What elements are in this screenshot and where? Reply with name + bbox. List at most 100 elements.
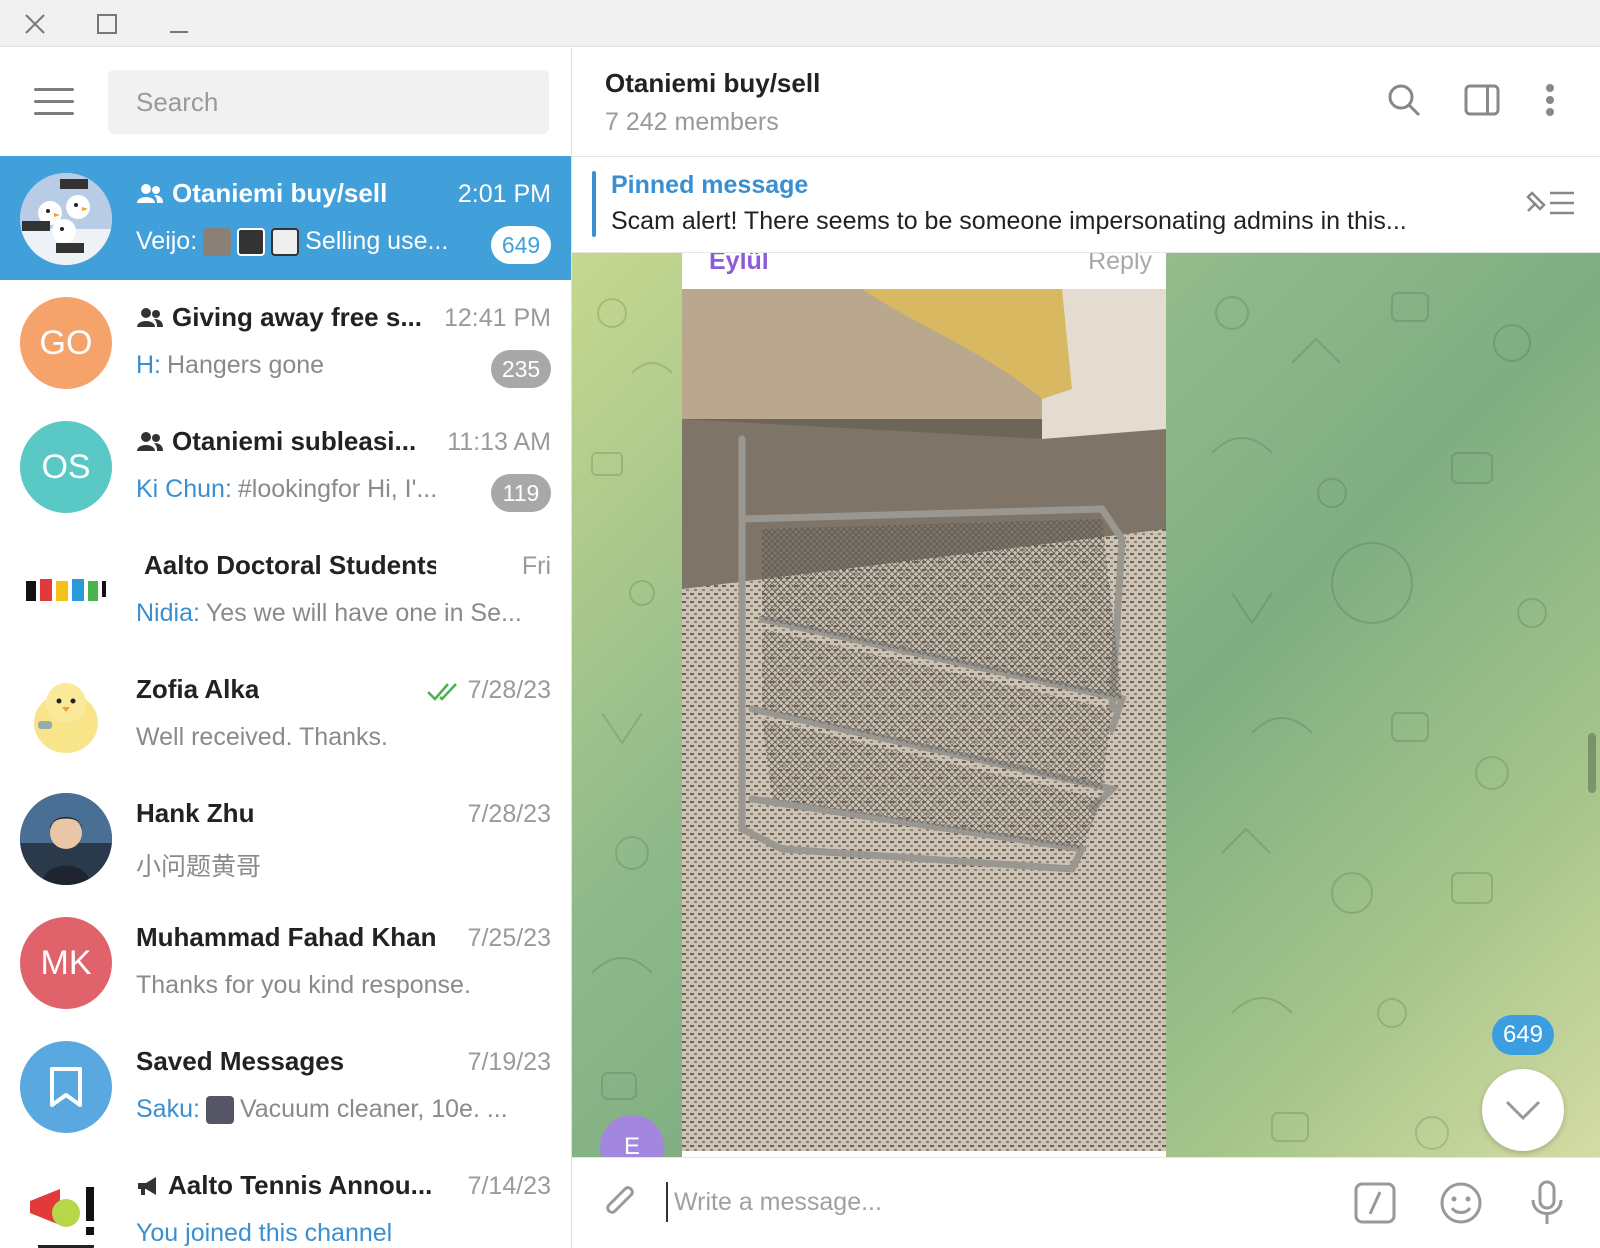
message-input[interactable] [666, 1182, 1286, 1222]
chat-name: Giving away free s... [136, 302, 422, 333]
reply-link[interactable]: Reply [1088, 253, 1152, 276]
chat-time: 7/25/23 [467, 924, 551, 952]
preview-thumbnail [237, 227, 266, 256]
chat-preview: You joined this channel [136, 1219, 392, 1248]
chat-list-panel: Otaniemi buy/sell 2:01 PM Veijo: Selling… [0, 48, 571, 1248]
emoji-icon[interactable] [1438, 1180, 1484, 1226]
chat-time: 7/19/23 [467, 1048, 551, 1076]
channel-icon [138, 1176, 156, 1195]
chat-item-zofia-alka[interactable]: Zofia Alka 7/28/23 Well received. Thanks… [0, 652, 571, 776]
channel-logo-avatar [20, 1165, 112, 1248]
chat-name-text: Aalto Doctoral Students [144, 550, 436, 580]
message-scrollbar[interactable] [1588, 733, 1596, 793]
preview-sender: H: [136, 351, 161, 379]
group-icon [137, 431, 163, 451]
chat-preview: Nidia: Yes we will have one in Se... [136, 599, 522, 628]
pinned-text: Scam alert! There seems to be someone im… [611, 207, 1407, 235]
chat-item-saved-messages[interactable]: Saved Messages 7/19/23 Saku: Vacuum clea… [0, 1024, 571, 1148]
group-icon [137, 183, 163, 203]
chat-time: 12:41 PM [443, 304, 551, 332]
sidebar-toggle-icon[interactable] [1460, 78, 1504, 122]
chat-item-otaniemi-subleasing[interactable]: OS Otaniemi subleasi... 11:13 AM Ki Chun… [0, 404, 571, 528]
minimize-window-icon[interactable] [164, 9, 194, 39]
search-input[interactable] [108, 70, 549, 134]
chat-time: 2:01 PM [457, 180, 551, 208]
preview-text: You joined this channel [136, 1219, 393, 1247]
message-bubble[interactable]: Eylül Reply [682, 253, 1166, 1157]
chat-item-aalto-doctoral[interactable]: Aalto Doctoral Students Fri Nidia: Yes w… [0, 528, 571, 652]
scroll-to-bottom-button[interactable] [1482, 1069, 1564, 1151]
message-author[interactable]: Eylül [709, 253, 769, 276]
chat-name: Otaniemi buy/sell [136, 178, 387, 209]
message-area[interactable]: Eylül Reply E 649 [572, 253, 1600, 1157]
preview-sender: Ki Chun: [136, 475, 232, 503]
bookmark-icon [50, 1067, 82, 1107]
chat-time: 7/28/23 [426, 676, 551, 705]
preview-text: #lookingfor Hi, I'... [237, 475, 438, 503]
preview-thumbnail [205, 1095, 234, 1124]
close-window-icon[interactable] [20, 9, 50, 39]
chat-time: 7/14/23 [467, 1172, 551, 1200]
preview-text: Selling use... [305, 227, 449, 255]
menu-icon[interactable] [34, 88, 74, 116]
window-titlebar [0, 0, 1600, 47]
chat-preview: 小问题黄哥 [136, 853, 262, 881]
search-icon[interactable] [1382, 78, 1426, 122]
unread-badge: 649 [491, 226, 551, 264]
chat-name: Zofia Alka [136, 674, 260, 704]
microphone-icon[interactable] [1524, 1180, 1570, 1226]
pinned-indicator [592, 171, 596, 237]
chat-preview: Saku: Vacuum cleaner, 10e. ... [136, 1095, 508, 1124]
attach-icon[interactable] [598, 1180, 644, 1226]
group-logo-avatar [20, 545, 112, 637]
preview-text: Hangers gone [167, 351, 325, 379]
chat-name: Otaniemi subleasi... [136, 426, 416, 457]
message-composer [572, 1157, 1600, 1248]
chat-preview: Ki Chun: #lookingfor Hi, I'... [136, 475, 437, 504]
chat-item-muhammad-fahad-khan[interactable]: MK Muhammad Fahad Khan 7/25/23 Thanks fo… [0, 900, 571, 1024]
avatar: MK [20, 917, 112, 1009]
double-check-icon [426, 682, 457, 701]
group-icon [137, 307, 163, 327]
chat-name-text: Aalto Tennis Annou... [168, 1170, 433, 1200]
chat-header[interactable]: Otaniemi buy/sell 7 242 members [572, 48, 1600, 157]
message-photo[interactable] [682, 289, 1166, 1151]
saved-messages-avatar [20, 1041, 112, 1133]
chevron-down-icon [1505, 1100, 1541, 1121]
chat-item-hank-zhu[interactable]: Hank Zhu 7/28/23 小问题黄哥 [0, 776, 571, 900]
chat-name: Saved Messages [136, 1046, 345, 1076]
maximize-window-icon[interactable] [92, 9, 122, 39]
preview-sender: Veijo: [136, 227, 198, 255]
chat-item-giving-away[interactable]: GO Giving away free s... 12:41 PM H: Han… [0, 280, 571, 404]
chat-preview: Well received. Thanks. [136, 723, 388, 751]
unread-badge: 119 [491, 474, 551, 512]
chat-title: Otaniemi buy/sell [605, 68, 821, 98]
chat-name: Hank Zhu [136, 798, 255, 828]
chat-time: 7/28/23 [467, 800, 551, 828]
chat-name-text: Giving away free s... [172, 302, 422, 332]
chat-preview: Veijo: Selling use... [136, 227, 448, 256]
chat-item-otaniemi-buy-sell[interactable]: Otaniemi buy/sell 2:01 PM Veijo: Selling… [0, 156, 571, 280]
pinned-message-bar[interactable]: Pinned message Scam alert! There seems t… [572, 157, 1600, 253]
chat-time-text: 7/28/23 [467, 676, 551, 704]
preview-thumbnail [271, 227, 300, 256]
pinned-list-icon[interactable] [1522, 185, 1578, 221]
chat-item-aalto-tennis[interactable]: Aalto Tennis Annou... 7/14/23 You joined… [0, 1148, 571, 1248]
avatar: OS [20, 421, 112, 513]
more-options-icon[interactable] [1528, 78, 1572, 122]
chat-name-text: Otaniemi subleasi... [172, 426, 417, 456]
avatar: GO [20, 297, 112, 389]
preview-thumbnail [203, 227, 232, 256]
avatar [20, 793, 112, 885]
chat-list-top [0, 48, 571, 156]
conversation-panel: Otaniemi buy/sell 7 242 members Pinned m… [572, 48, 1600, 1248]
member-count: 7 242 members [605, 108, 779, 136]
unread-badge: 235 [491, 350, 551, 388]
preview-text: Vacuum cleaner, 10e. ... [239, 1095, 508, 1123]
preview-text: Yes we will have one in Se... [205, 599, 522, 627]
chat-preview: Thanks for you kind response. [136, 971, 471, 999]
unread-count-badge: 649 [1492, 1015, 1554, 1055]
chat-time: 11:13 AM [447, 428, 551, 456]
bot-commands-icon[interactable] [1352, 1180, 1398, 1226]
chat-name: Aalto Tennis Annou... [136, 1170, 432, 1201]
